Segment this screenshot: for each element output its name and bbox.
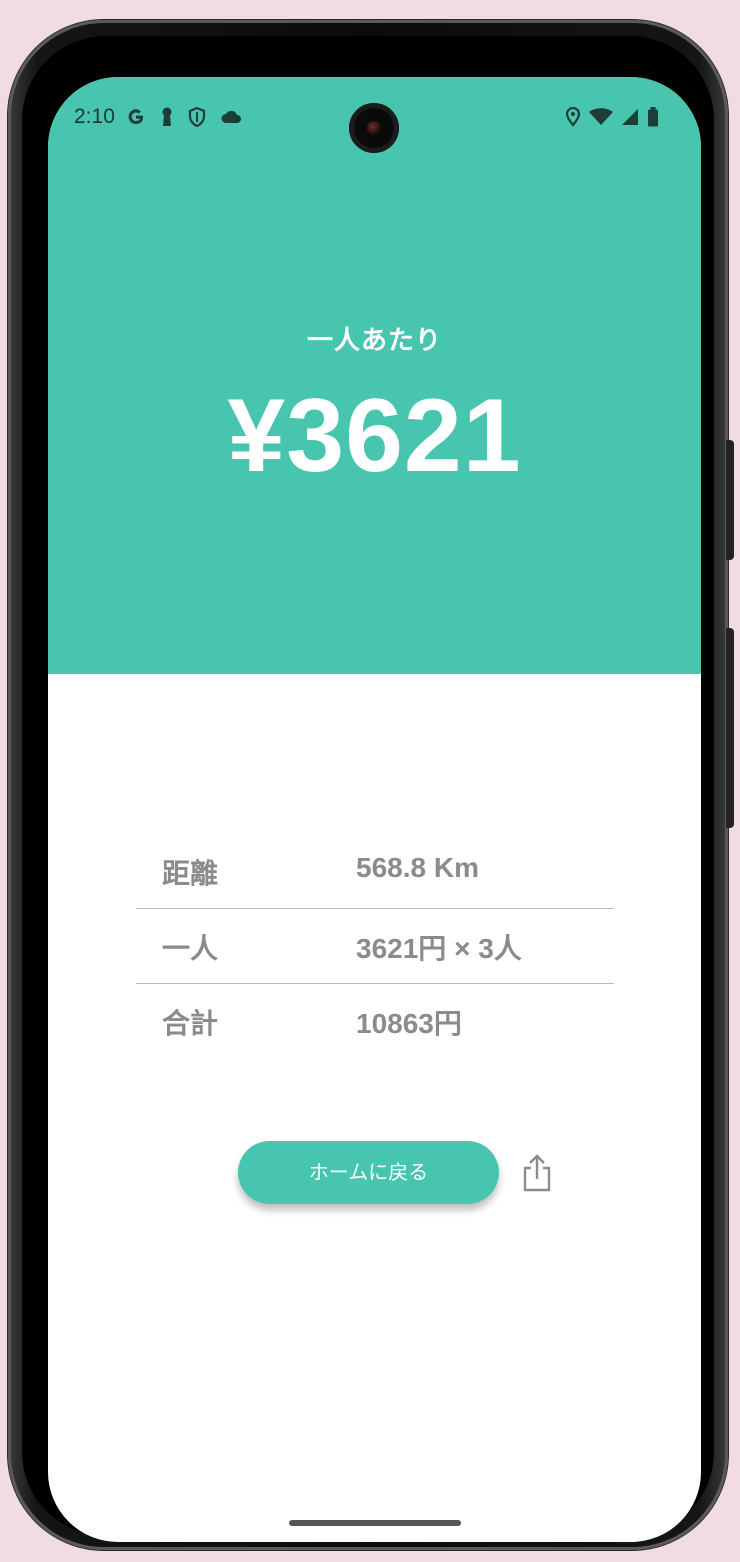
- table-row: 合計 10863円: [136, 984, 614, 1058]
- total-value: 10863円: [356, 1008, 462, 1039]
- fare-breakdown-table: 距離 568.8 Km 一人 3621円 × 3人 合計 10863円: [136, 834, 614, 1058]
- app-screen: 2:10 一人あたり ¥3621 距離 568.8 Km 一人 3621円 × …: [48, 77, 701, 1542]
- signal-icon: [622, 109, 638, 125]
- location-icon: [565, 107, 581, 127]
- wifi-icon: [589, 108, 613, 125]
- share-icon[interactable]: [520, 1153, 554, 1193]
- per-person-row-label: 一人: [162, 932, 219, 965]
- status-time: 2:10: [74, 105, 115, 128]
- status-icons-right: [565, 107, 659, 127]
- status-icons-left: [126, 107, 242, 127]
- front-camera: [349, 103, 399, 153]
- distance-label: 距離: [162, 857, 219, 890]
- shield-icon: [188, 107, 206, 127]
- keyhole-icon: [162, 107, 172, 126]
- per-person-amount: ¥3621: [227, 378, 522, 494]
- total-label: 合計: [162, 1007, 219, 1040]
- home-indicator-bar[interactable]: [289, 1520, 461, 1526]
- per-person-row-value: 3621円 × 3人: [356, 933, 522, 964]
- google-icon: [128, 109, 143, 125]
- power-button: [726, 440, 734, 560]
- battery-icon: [648, 107, 658, 127]
- table-row: 一人 3621円 × 3人: [136, 909, 614, 984]
- per-person-header: 2:10 一人あたり ¥3621: [48, 77, 701, 674]
- per-person-label: 一人あたり: [306, 326, 442, 356]
- distance-value: 568.8 Km: [356, 852, 479, 883]
- back-to-home-button[interactable]: ホームに戻る: [238, 1141, 499, 1204]
- cloud-icon: [221, 110, 241, 123]
- phone-frame: 2:10 一人あたり ¥3621 距離 568.8 Km 一人 3621円 × …: [8, 20, 734, 1550]
- table-row: 距離 568.8 Km: [136, 834, 614, 909]
- volume-button: [726, 628, 734, 828]
